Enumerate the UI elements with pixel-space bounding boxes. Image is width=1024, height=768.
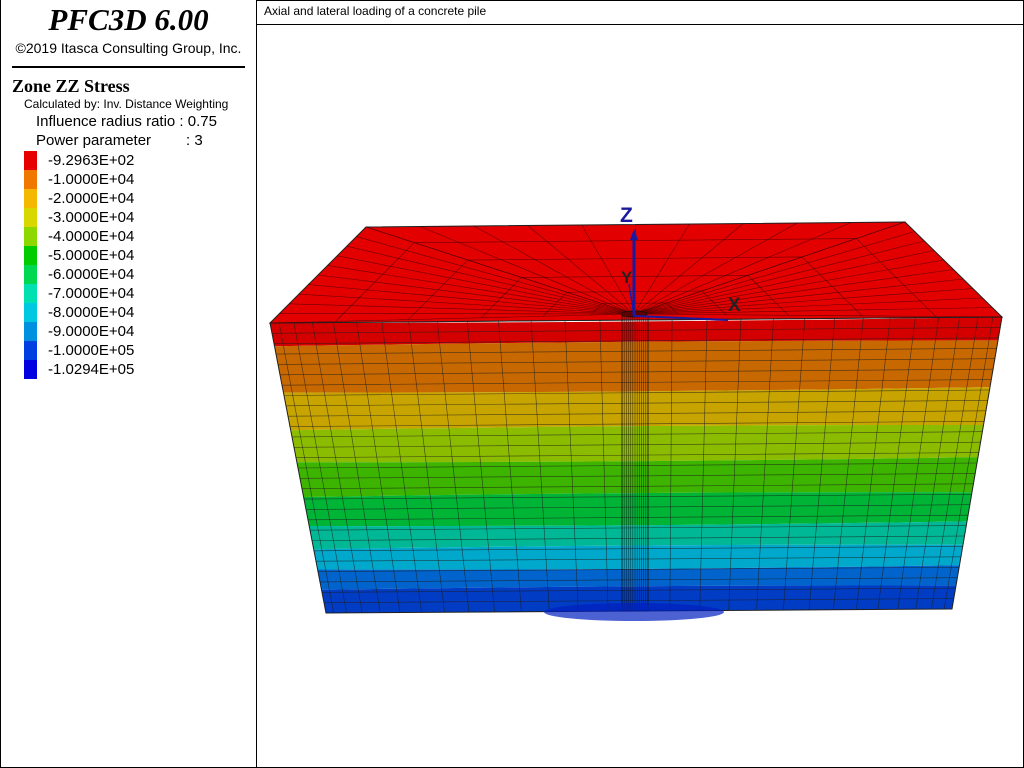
z-axis-label: Z [620,204,633,227]
legend-swatch [24,170,37,189]
stress-band [296,457,978,497]
app-title: PFC3D 6.00 [48,2,209,37]
legend-label: -1.0000E+05 [48,342,135,359]
legend-swatch [24,208,37,227]
legend-label: -2.0000E+04 [48,190,135,207]
legend-label: -6.0000E+04 [48,266,135,283]
calculation-method: Calculated by: Inv. Distance Weighting [24,97,229,111]
legend-label: -1.0000E+04 [48,171,135,188]
legend-swatch [24,189,37,208]
legend-label: -3.0000E+04 [48,209,135,226]
y-axis-label: Y [621,268,633,287]
copyright-text: ©2019 Itasca Consulting Group, Inc. [15,40,242,56]
legend-label: -9.0000E+04 [48,323,135,340]
legend-swatch [24,341,37,360]
power-parameter-label: Power parameter [36,132,152,149]
power-parameter: Power parameter : 3 [36,132,203,149]
plot-type-heading: Zone ZZ Stress [12,76,130,96]
stress-band [303,492,973,527]
legend-swatch [24,246,37,265]
legend-swatch [24,360,37,379]
legend-swatch [24,303,37,322]
legend-label: -1.0294E+05 [48,361,135,378]
pile-tip-stress [544,603,724,621]
legend-label: -5.0000E+04 [48,247,135,264]
legend-label: -7.0000E+04 [48,285,135,302]
legend-label: -4.0000E+04 [48,228,135,245]
legend-swatch [24,151,37,170]
legend-swatch [24,322,37,341]
stress-band [274,340,999,393]
legend-label: -8.0000E+04 [48,304,135,321]
legend-swatch [24,227,37,246]
legend-divider [12,66,245,68]
model-view[interactable]: Z X Y [256,0,1024,768]
legend-label: -9.2963E+02 [48,152,135,169]
legend-swatch [24,265,37,284]
influence-radius: Influence radius ratio : 0.75 [36,113,217,130]
power-parameter-value: : 3 [186,132,203,149]
x-axis-label: X [728,295,741,316]
legend-swatch [24,284,37,303]
